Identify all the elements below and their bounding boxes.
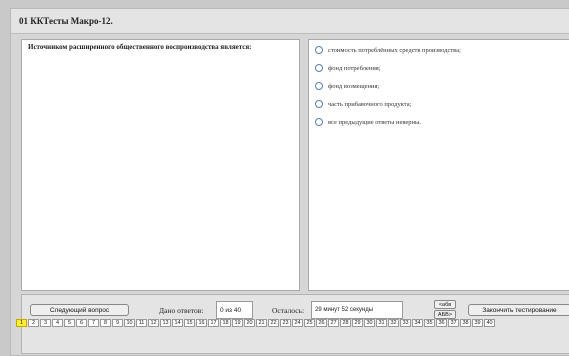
question-number-button[interactable]: 15 (184, 319, 195, 327)
radio-button[interactable] (315, 46, 323, 54)
question-number-button[interactable]: 37 (448, 319, 459, 327)
question-number-button[interactable]: 14 (172, 319, 183, 327)
question-number-button[interactable]: 2 (28, 319, 39, 327)
question-number-button[interactable]: 40 (484, 319, 495, 327)
question-number-button[interactable]: 7 (88, 319, 99, 327)
radio-button[interactable] (315, 100, 323, 108)
question-number-button[interactable]: 38 (460, 319, 471, 327)
question-number-button[interactable]: 13 (160, 319, 171, 327)
question-number-button[interactable]: 18 (220, 319, 231, 327)
question-number-button[interactable]: 5 (64, 319, 75, 327)
remaining-label: Осталось: (272, 306, 305, 315)
question-number-button[interactable]: 8 (100, 319, 111, 327)
question-number-button[interactable]: 22 (268, 319, 279, 327)
window-title: 01 ККТесты Макро-12. (11, 9, 569, 34)
answer-option-3[interactable]: фонд возмещения; (315, 80, 564, 92)
question-number-button[interactable]: 25 (304, 319, 315, 327)
question-navigator: 1 2 3 4 5 6 7 8 9 10 11 12 13 14 15 16 17 18 19 20 21 22 23 24 2… (16, 319, 569, 329)
finish-test-button[interactable]: Закончить тестирование (468, 304, 569, 316)
next-question-button[interactable]: Следующий вопрос (30, 304, 129, 316)
question-number-button[interactable]: 10 (124, 319, 135, 327)
question-number-button[interactable]: 39 (472, 319, 483, 327)
question-number-button[interactable]: 17 (208, 319, 219, 327)
question-number-button[interactable]: 11 (136, 319, 147, 327)
question-number-button[interactable]: 19 (232, 319, 243, 327)
question-number-button[interactable]: 33 (400, 319, 411, 327)
answer-label: часть прибавочного продукта; (328, 100, 412, 108)
question-number-button[interactable]: 26 (316, 319, 327, 327)
question-number-button[interactable]: 24 (292, 319, 303, 327)
question-number-button[interactable]: 36 (436, 319, 447, 327)
answer-option-4[interactable]: часть прибавочного продукта; (315, 98, 564, 110)
question-number-button[interactable]: 6 (76, 319, 87, 327)
question-number-button[interactable]: 3 (40, 319, 51, 327)
question-number-button[interactable]: 30 (364, 319, 375, 327)
answered-label: Дано ответов: (159, 306, 204, 315)
remaining-time: 29 минут 52 секунды (311, 301, 403, 319)
question-number-button[interactable]: 1 (16, 319, 27, 327)
answer-option-1[interactable]: стоимость потреблённых средств производс… (315, 44, 564, 56)
answer-option-5[interactable]: все предыдущие ответы неверны. (315, 116, 564, 128)
answer-label: фонд потребления; (328, 64, 381, 72)
answer-label: стоимость потреблённых средств производс… (328, 46, 461, 54)
answer-option-2[interactable]: фонд потребления; (315, 62, 564, 74)
question-number-button[interactable]: 23 (280, 319, 291, 327)
question-number-button[interactable]: 9 (112, 319, 123, 327)
radio-button[interactable] (315, 118, 323, 126)
question-number-button[interactable]: 16 (196, 319, 207, 327)
answer-label: фонд возмещения; (328, 82, 380, 90)
question-number-button[interactable]: 27 (328, 319, 339, 327)
question-number-button[interactable]: 21 (256, 319, 267, 327)
radio-button[interactable] (315, 82, 323, 90)
radio-button[interactable] (315, 64, 323, 72)
question-text: Источником расширенного общественного во… (28, 43, 252, 51)
question-number-button[interactable]: 35 (424, 319, 435, 327)
question-number-button[interactable]: 34 (412, 319, 423, 327)
question-number-button[interactable]: 29 (352, 319, 363, 327)
question-number-button[interactable]: 32 (388, 319, 399, 327)
answer-label: все предыдущие ответы неверны. (328, 118, 422, 126)
answers-panel: стоимость потреблённых средств производс… (308, 39, 569, 291)
test-window: 01 ККТесты Макро-12. Источником расширен… (10, 8, 569, 356)
question-number-button[interactable]: 20 (244, 319, 255, 327)
layout-toggle-ru-button[interactable]: <абв (434, 300, 456, 309)
question-number-button[interactable]: 4 (52, 319, 63, 327)
question-number-button[interactable]: 31 (376, 319, 387, 327)
question-number-button[interactable]: 28 (340, 319, 351, 327)
layout-toggle-en-button[interactable]: АБВ> (434, 310, 456, 319)
question-panel: Источником расширенного общественного во… (21, 39, 300, 291)
question-number-button[interactable]: 12 (148, 319, 159, 327)
answered-count: 0 из 40 (216, 301, 253, 319)
